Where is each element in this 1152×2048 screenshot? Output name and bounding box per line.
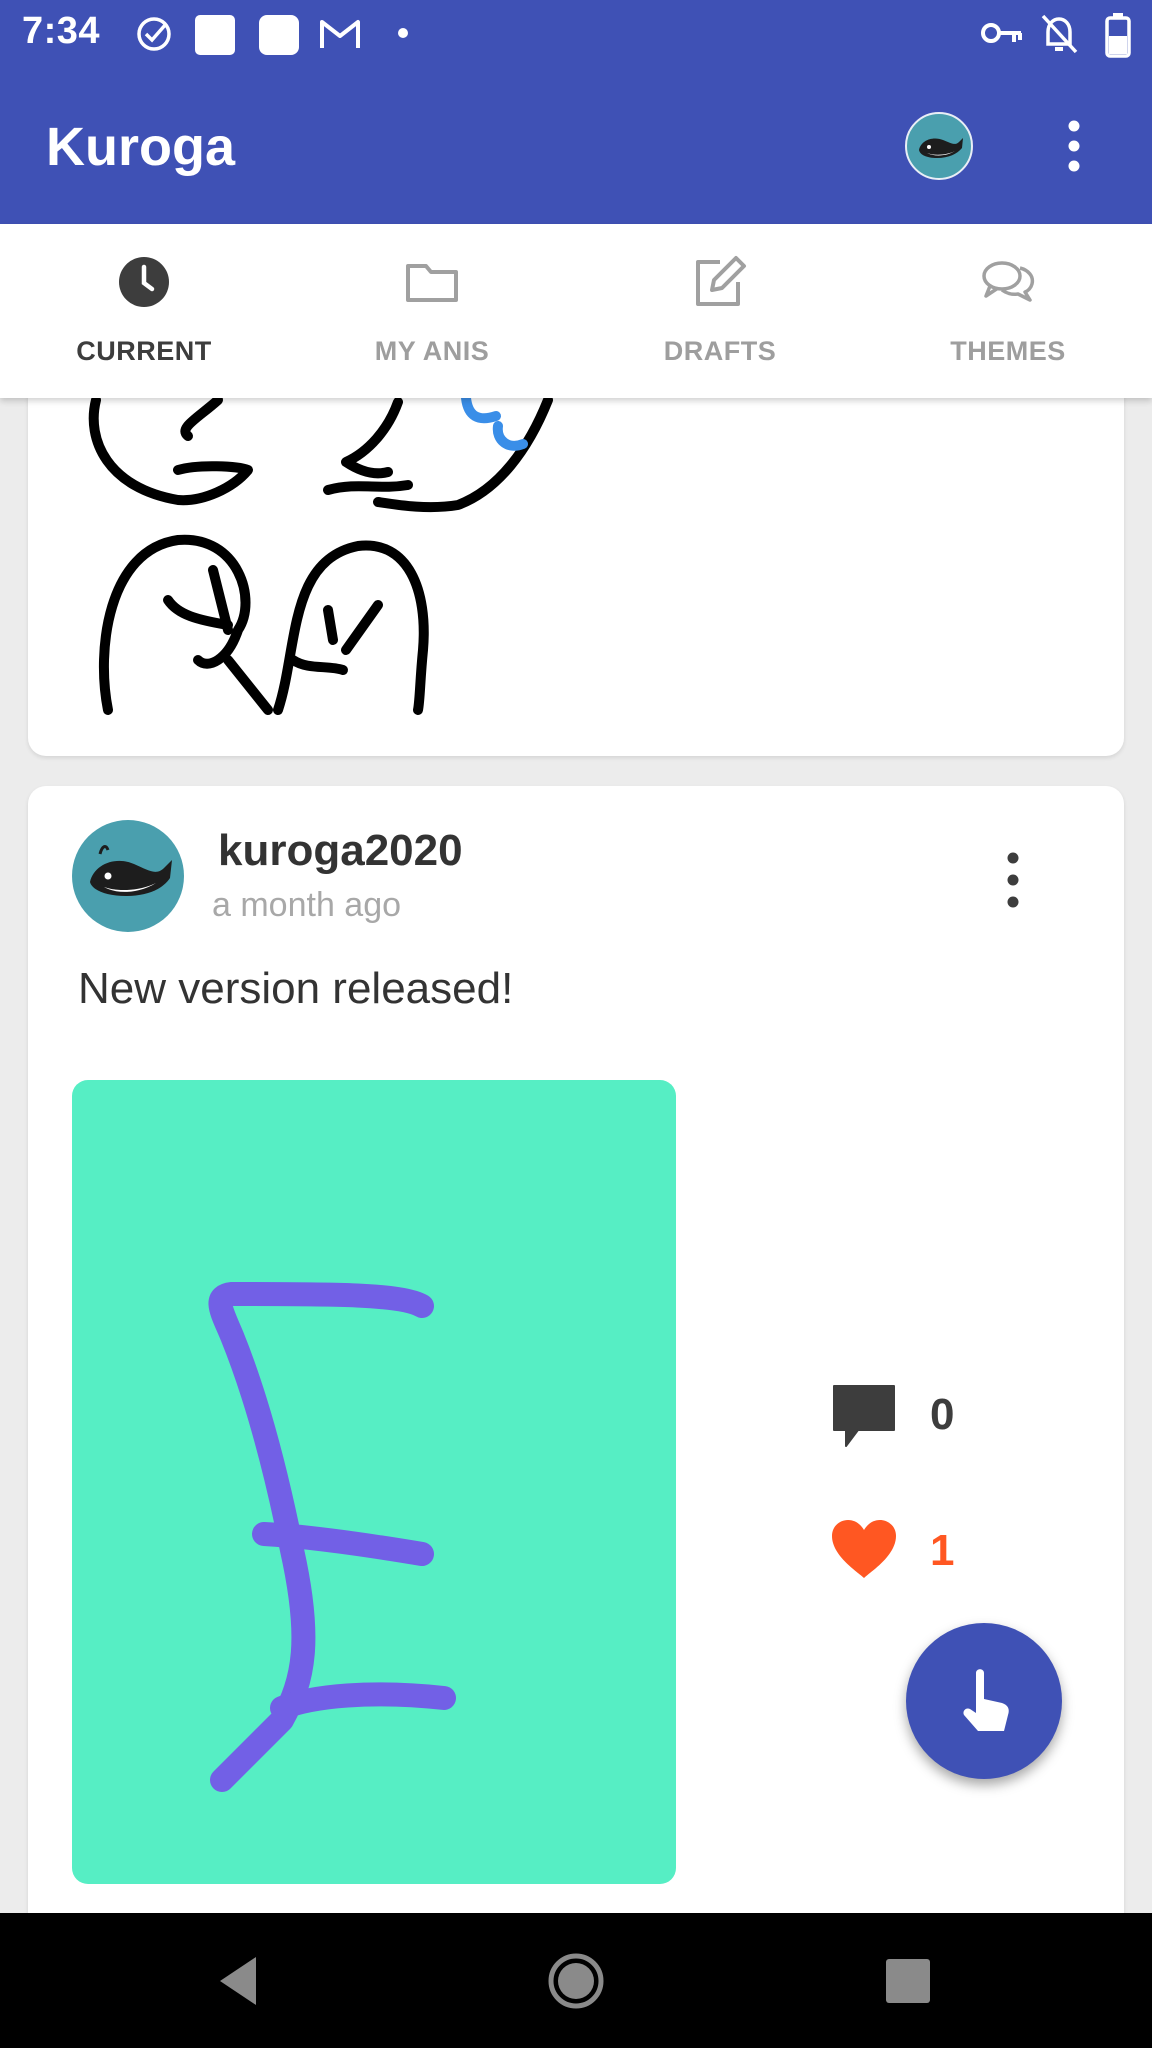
whale-icon <box>919 138 963 158</box>
clock-icon <box>119 257 169 307</box>
post-drawing[interactable] <box>72 1080 676 1884</box>
fab-button[interactable] <box>906 1623 1062 1779</box>
back-icon[interactable] <box>210 1949 274 2013</box>
avatar[interactable] <box>72 820 184 932</box>
battery-icon <box>1105 13 1131 58</box>
tab-current-label: CURRENT <box>76 336 212 366</box>
notification-square-icon <box>259 15 299 55</box>
more-vert-icon[interactable] <box>1056 120 1092 172</box>
post-card-previous[interactable] <box>28 370 1124 756</box>
post-text: New version released! <box>78 964 514 1013</box>
vpn-key-icon <box>981 23 1022 43</box>
heart-icon[interactable] <box>828 1516 900 1582</box>
whale-icon <box>90 845 172 896</box>
previous-post-drawing <box>88 393 553 715</box>
notification-square-icon <box>195 15 235 55</box>
touch-hand-icon <box>963 1669 1009 1731</box>
dot-icon <box>398 28 408 38</box>
tab-my-anis[interactable]: MY ANIS <box>288 224 576 398</box>
post-more-icon[interactable] <box>998 852 1028 908</box>
tab-themes-label: THEMES <box>950 336 1066 366</box>
tab-my-anis-label: MY ANIS <box>374 336 490 366</box>
tab-drafts[interactable]: DRAFTS <box>576 224 864 398</box>
folder-icon <box>406 264 458 302</box>
post-timestamp: a month ago <box>212 886 402 924</box>
status-bar: 7:34 <box>0 0 1152 68</box>
check-circle-icon <box>137 17 171 51</box>
tab-bar: CURRENT MY ANIS DRAFTS THEMES <box>0 224 1152 398</box>
gmail-icon <box>320 20 360 48</box>
comment-icon <box>833 1385 895 1447</box>
comment-count: 0 <box>930 1390 955 1439</box>
drawing-strokes <box>208 1282 456 1792</box>
tab-drafts-label: DRAFTS <box>663 336 777 366</box>
like-count: 1 <box>930 1526 955 1575</box>
tab-current[interactable]: CURRENT <box>0 224 288 398</box>
chat-bubbles-icon <box>982 261 1035 302</box>
system-nav-bar <box>0 1913 1152 2048</box>
post-username[interactable]: kuroga2020 <box>218 826 463 876</box>
edit-icon <box>696 256 746 306</box>
recents-icon[interactable] <box>876 1949 940 2013</box>
tab-themes[interactable]: THEMES <box>864 224 1152 398</box>
notifications-off-icon <box>1041 14 1078 54</box>
app-title: Kuroga <box>46 117 235 177</box>
account-avatar-button[interactable] <box>905 112 973 180</box>
app-bar: Kuroga <box>0 68 1152 224</box>
status-time: 7:34 <box>22 10 101 52</box>
post-card[interactable]: kuroga2020 a month ago New version relea… <box>28 786 1124 2048</box>
home-icon[interactable] <box>544 1949 608 2013</box>
